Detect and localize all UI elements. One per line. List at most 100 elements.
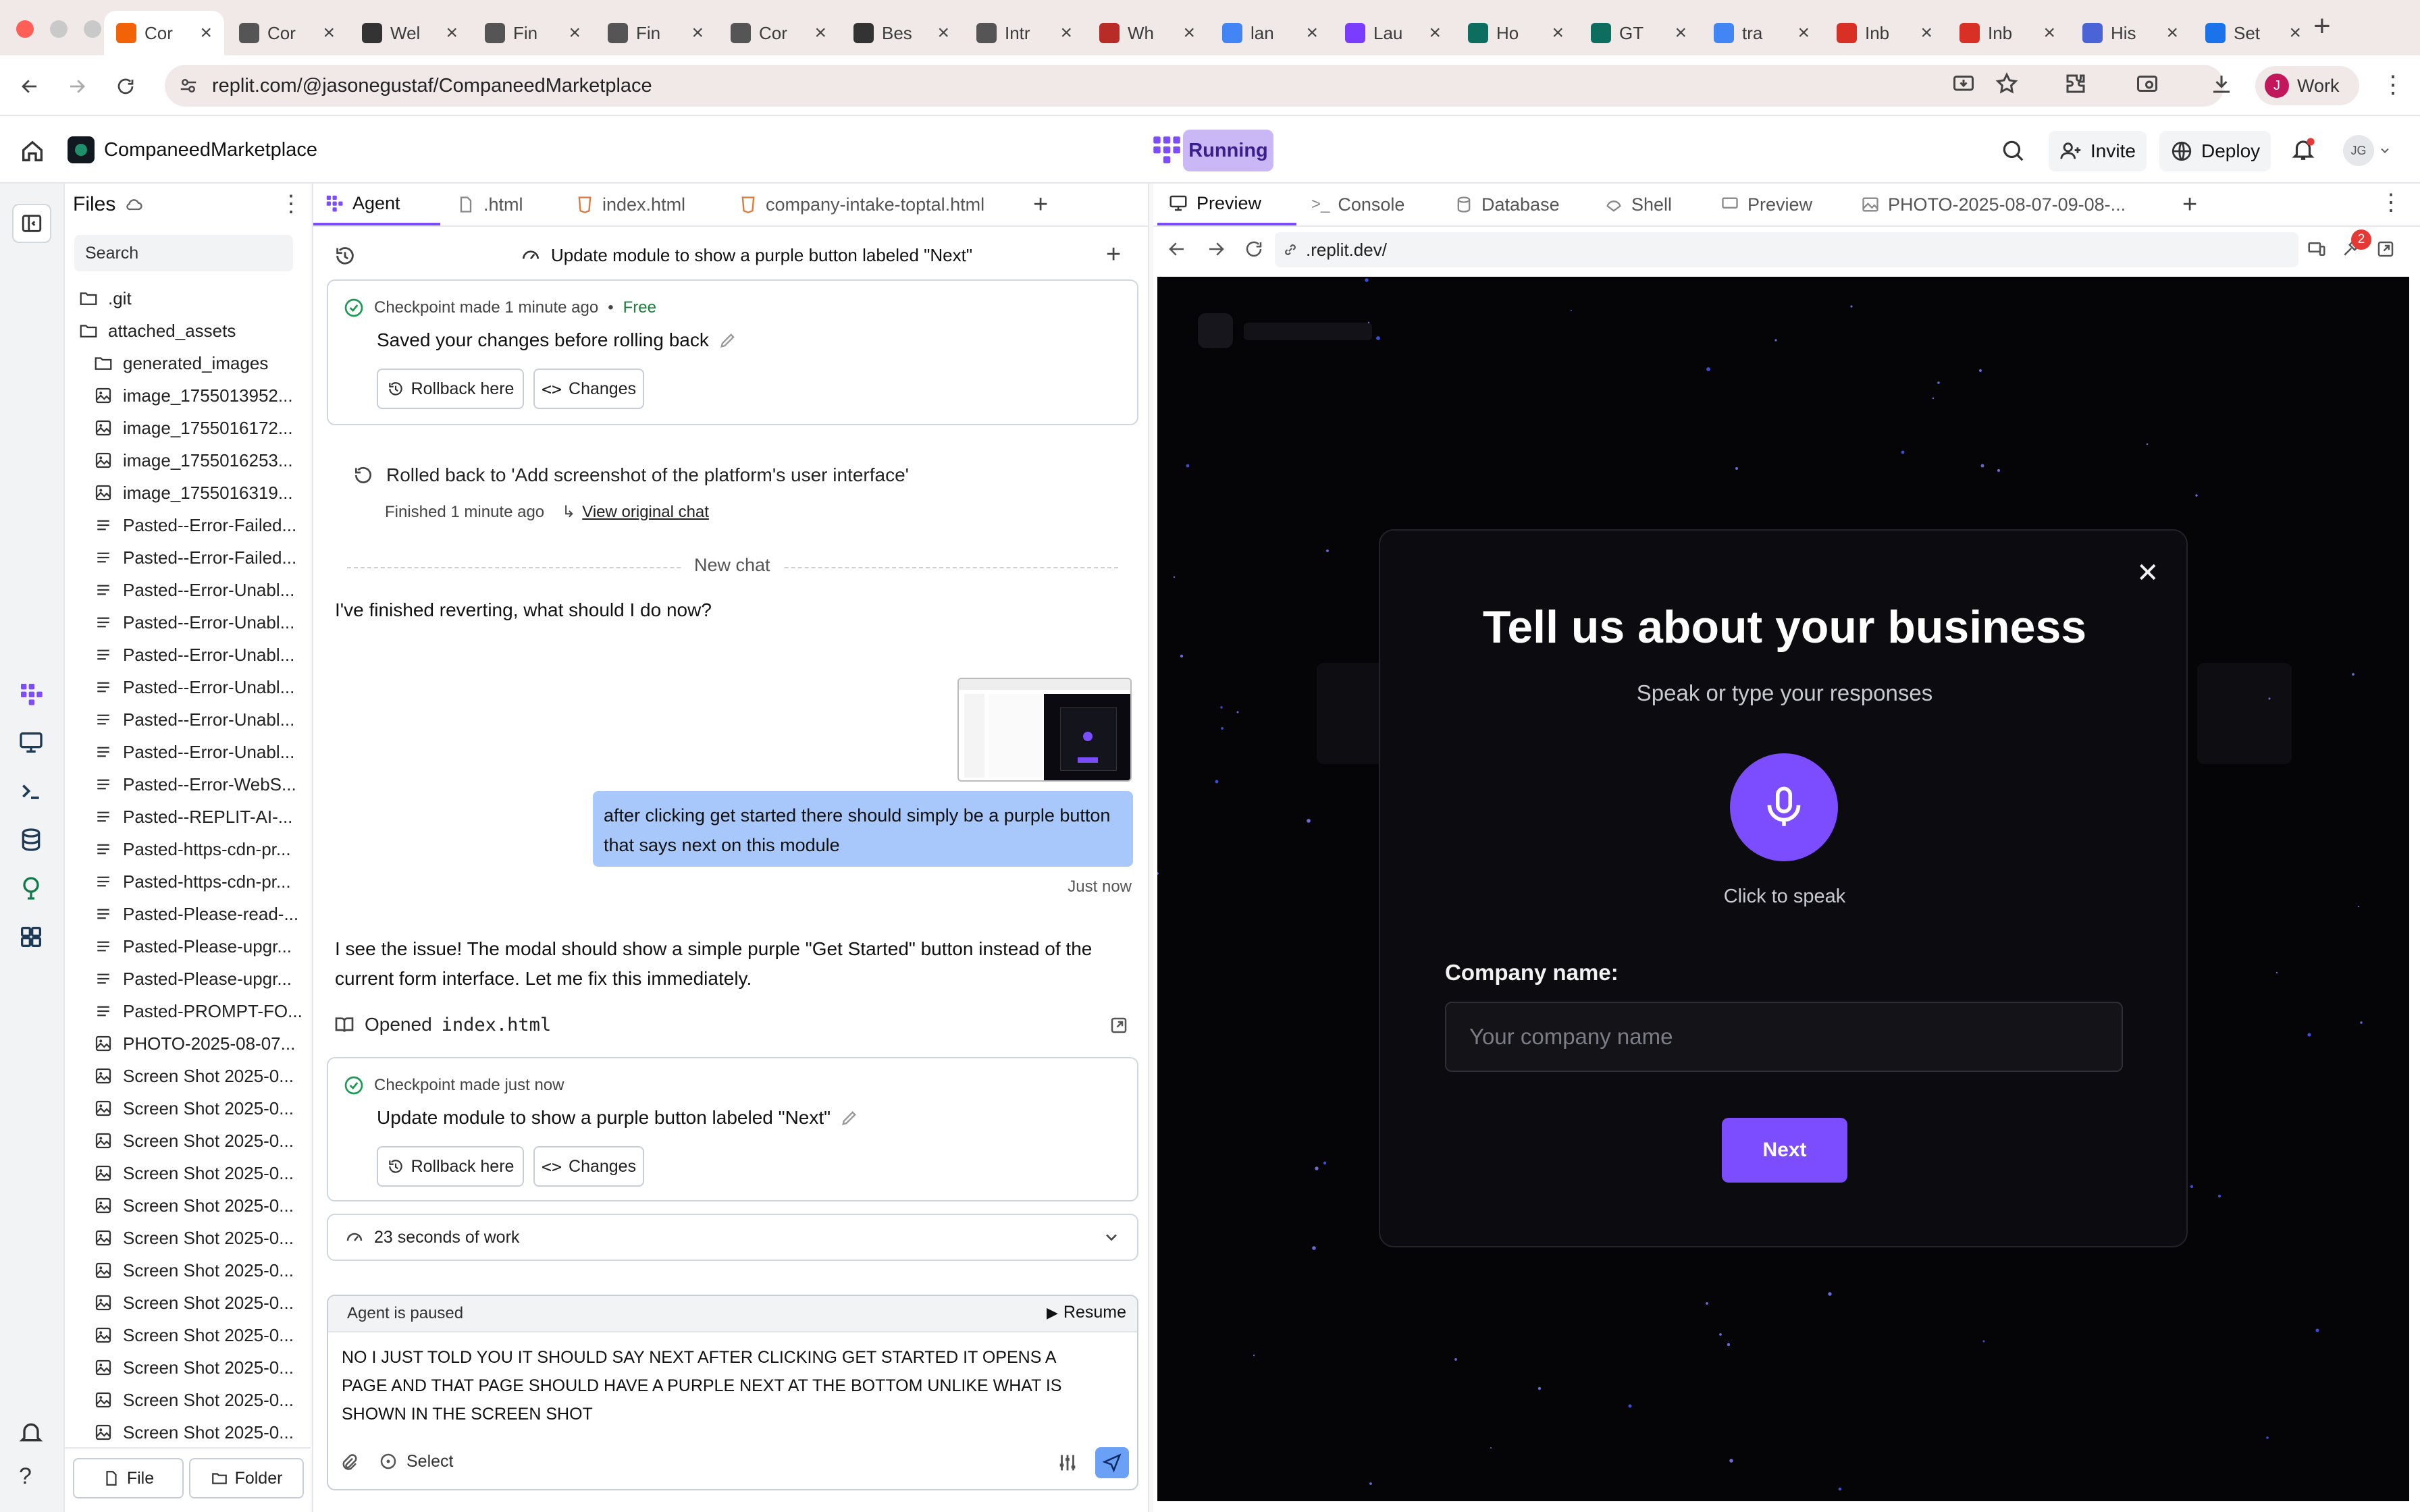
file-item[interactable]: Pasted--Error-Unabl...: [78, 606, 323, 639]
close-tab-icon[interactable]: ×: [569, 22, 581, 45]
file-item[interactable]: Pasted-https-cdn-pr...: [78, 833, 323, 865]
bookmark-star-icon[interactable]: [1995, 72, 2022, 99]
browser-tab[interactable]: Wel ×: [350, 11, 470, 55]
close-tab-icon[interactable]: ×: [2289, 22, 2301, 45]
browser-tab[interactable]: His ×: [2070, 11, 2190, 55]
history-icon[interactable]: [334, 244, 357, 267]
invite-button[interactable]: Invite: [2049, 131, 2147, 171]
new-folder-button[interactable]: Folder: [189, 1458, 304, 1498]
search-icon[interactable]: [2000, 138, 2026, 163]
close-tab-icon[interactable]: ×: [814, 22, 826, 45]
deploy-button[interactable]: Deploy: [2159, 131, 2271, 171]
all-tools-icon[interactable]: [18, 923, 45, 950]
view-original-link[interactable]: ↳ View original chat: [562, 502, 709, 522]
new-preview-tab-button[interactable]: +: [2182, 190, 2197, 219]
file-item[interactable]: Screen Shot 2025-0...: [78, 1384, 323, 1416]
preview-reload-icon[interactable]: [1244, 239, 1264, 259]
browser-tab[interactable]: Fin ×: [473, 11, 593, 55]
browser-tab[interactable]: Bes ×: [841, 11, 962, 55]
file-item[interactable]: Pasted-Please-read-...: [78, 898, 323, 930]
preview-url-bar[interactable]: .replit.dev/: [1275, 232, 2298, 267]
file-item[interactable]: Pasted--Error-Unabl...: [78, 703, 323, 736]
file-item[interactable]: image_1755016319...: [78, 477, 323, 509]
close-tab-icon[interactable]: ×: [691, 22, 704, 45]
file-item[interactable]: Screen Shot 2025-0...: [78, 1254, 323, 1287]
preview-tool-icon[interactable]: [18, 729, 45, 756]
file-item[interactable]: Pasted--Error-Unabl...: [78, 736, 323, 768]
new-chat-button[interactable]: +: [1106, 240, 1121, 269]
settings-sliders-icon[interactable]: [1056, 1451, 1079, 1474]
file-item[interactable]: Screen Shot 2025-0...: [78, 1092, 323, 1125]
close-tab-icon[interactable]: ×: [1797, 22, 1810, 45]
close-tab-icon[interactable]: ×: [2043, 22, 2055, 45]
browser-tab[interactable]: Cor ×: [718, 11, 839, 55]
files-menu-icon[interactable]: ⋮: [280, 190, 302, 217]
folder-item[interactable]: generated_images: [78, 347, 323, 379]
extensions-icon[interactable]: [2063, 72, 2090, 99]
changes-button[interactable]: <> Changes: [533, 369, 644, 409]
file-item[interactable]: Screen Shot 2025-0...: [78, 1287, 323, 1319]
alerts-icon[interactable]: [18, 1419, 45, 1446]
file-item[interactable]: Pasted-Please-upgr...: [78, 930, 323, 963]
company-name-input[interactable]: Your company name: [1445, 1002, 2123, 1072]
file-item[interactable]: Pasted-https-cdn-pr...: [78, 865, 323, 898]
file-item[interactable]: Screen Shot 2025-0...: [78, 1157, 323, 1189]
open-new-window-icon[interactable]: [2375, 239, 2396, 259]
install-app-icon[interactable]: [1951, 72, 1978, 99]
help-icon[interactable]: ?: [19, 1463, 32, 1490]
file-item[interactable]: Pasted--REPLIT-AI-...: [78, 801, 323, 833]
close-tab-icon[interactable]: ×: [1429, 22, 1441, 45]
browser-tab[interactable]: Lau ×: [1333, 11, 1453, 55]
browser-tab[interactable]: tra ×: [1702, 11, 1822, 55]
maximize-window-button[interactable]: [84, 20, 101, 38]
close-tab-icon[interactable]: ×: [1552, 22, 1564, 45]
project-title[interactable]: CompaneedMarketplace: [68, 136, 317, 163]
browser-tab[interactable]: Inb ×: [1824, 11, 1945, 55]
new-tab-button[interactable]: +: [2313, 9, 2331, 43]
close-tab-icon[interactable]: ×: [1675, 22, 1687, 45]
browser-tab[interactable]: Cor ×: [104, 11, 224, 55]
send-button[interactable]: [1095, 1447, 1129, 1478]
notifications-bell-icon[interactable]: [2290, 136, 2316, 162]
files-search-input[interactable]: Search: [74, 235, 293, 271]
folder-item[interactable]: attached_assets: [78, 315, 308, 347]
tab-search-icon[interactable]: [2135, 72, 2162, 99]
file-item[interactable]: image_1755016253...: [78, 444, 323, 477]
file-item[interactable]: Screen Shot 2025-0...: [78, 1060, 323, 1092]
tab-agent[interactable]: Agent: [313, 184, 440, 225]
database-tool-icon[interactable]: [18, 826, 45, 853]
browser-tab[interactable]: lan ×: [1210, 11, 1330, 55]
browser-tab[interactable]: Wh ×: [1087, 11, 1207, 55]
tab-preview[interactable]: Preview: [1157, 184, 1296, 225]
devices-icon[interactable]: [2307, 239, 2327, 259]
preview-menu-icon[interactable]: ⋮: [2379, 189, 2402, 216]
close-tab-icon[interactable]: ×: [200, 22, 212, 45]
file-item[interactable]: Pasted--Error-Failed...: [78, 509, 323, 541]
user-menu[interactable]: JG: [2343, 135, 2392, 166]
tab-preview-2[interactable]: Preview: [1710, 184, 1845, 225]
pencil-icon[interactable]: [718, 331, 737, 350]
changes-latest-button[interactable]: <> Changes: [533, 1146, 644, 1187]
shell-tool-icon[interactable]: [18, 778, 45, 805]
microphone-button[interactable]: [1730, 753, 1838, 861]
tab-photo[interactable]: PHOTO-2025-08-07-09-08-...: [1850, 184, 2147, 225]
close-tab-icon[interactable]: ×: [2166, 22, 2178, 45]
file-item[interactable]: image_1755013952...: [78, 379, 323, 412]
new-file-button[interactable]: File: [73, 1458, 184, 1498]
rollback-button[interactable]: Rollback here: [377, 369, 524, 409]
tab-shell[interactable]: Shell: [1594, 184, 1715, 225]
next-button[interactable]: Next: [1722, 1118, 1847, 1183]
home-icon[interactable]: [19, 138, 46, 165]
browser-tab[interactable]: Intr ×: [964, 11, 1084, 55]
file-item[interactable]: Screen Shot 2025-0...: [78, 1319, 323, 1351]
file-item[interactable]: Pasted--Error-Unabl...: [78, 671, 323, 703]
preview-forward-icon[interactable]: [1206, 239, 1226, 259]
close-tab-icon[interactable]: ×: [1183, 22, 1195, 45]
forward-button[interactable]: [62, 72, 92, 101]
replit-agent-icon[interactable]: [1149, 132, 1183, 166]
attached-screenshot-thumbnail[interactable]: [957, 678, 1132, 782]
close-tab-icon[interactable]: ×: [937, 22, 949, 45]
chat-input[interactable]: NO I JUST TOLD YOU IT SHOULD SAY NEXT AF…: [342, 1343, 1105, 1428]
open-external-icon[interactable]: [1109, 1015, 1129, 1035]
work-summary[interactable]: 23 seconds of work: [327, 1214, 1138, 1261]
